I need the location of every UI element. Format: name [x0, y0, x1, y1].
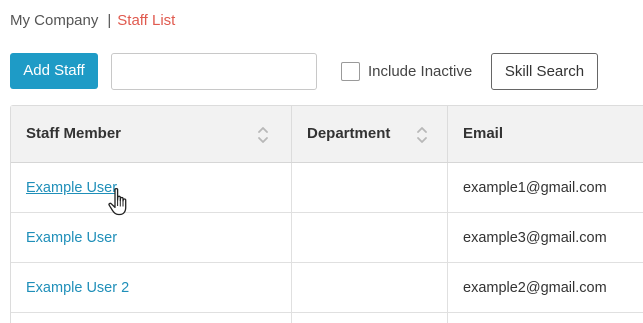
table-row — [11, 313, 643, 323]
staff-name-link[interactable]: Example User 2 — [26, 280, 129, 296]
staff-name-link[interactable]: Example User — [26, 180, 117, 196]
column-header-department[interactable]: Department — [292, 106, 448, 162]
staff-table: Staff Member Department Email Example Us… — [10, 105, 643, 323]
staff-name-link[interactable]: Example User — [26, 230, 117, 246]
column-header-label: Department — [307, 125, 391, 142]
email-cell: example1@gmail.com — [463, 180, 607, 196]
breadcrumb-current: Staff List — [117, 12, 176, 29]
breadcrumb-separator: | — [107, 12, 112, 29]
include-inactive-label[interactable]: Include Inactive — [368, 63, 472, 80]
skill-search-button[interactable]: Skill Search — [491, 53, 598, 90]
table-header: Staff Member Department Email — [11, 106, 643, 163]
department-cell — [292, 313, 448, 323]
column-header-label: Email — [463, 125, 504, 142]
staff-name-cell — [11, 313, 292, 323]
column-header-staff-member[interactable]: Staff Member — [11, 106, 292, 162]
include-inactive-checkbox[interactable] — [341, 61, 360, 81]
department-cell — [292, 163, 448, 213]
include-inactive-toggle[interactable]: Include Inactive — [341, 60, 472, 82]
staff-name-cell: Example User 2 — [11, 263, 292, 313]
table-row: Example User example1@gmail.com — [11, 163, 643, 213]
department-cell — [292, 213, 448, 263]
column-header-label: Staff Member — [26, 125, 122, 142]
table-row: Example User 2 example2@gmail.com — [11, 263, 643, 313]
email-cell — [448, 313, 643, 323]
staff-list-page: My Company | Staff List Add Staff Include … — [0, 0, 643, 323]
sort-icon[interactable] — [416, 125, 428, 145]
staff-name-cell: Example User — [11, 163, 292, 213]
breadcrumb-home[interactable]: My Company — [10, 12, 98, 29]
breadcrumb: My Company | Staff List — [10, 11, 175, 31]
add-staff-button[interactable]: Add Staff — [10, 53, 98, 89]
department-cell — [292, 263, 448, 313]
sort-icon[interactable] — [257, 125, 269, 145]
search-input[interactable] — [111, 53, 317, 90]
table-row: Example User example3@gmail.com — [11, 213, 643, 263]
staff-name-cell: Example User — [11, 213, 292, 263]
email-cell: example3@gmail.com — [463, 230, 607, 246]
column-header-email: Email — [448, 106, 643, 162]
email-cell: example2@gmail.com — [463, 280, 607, 296]
